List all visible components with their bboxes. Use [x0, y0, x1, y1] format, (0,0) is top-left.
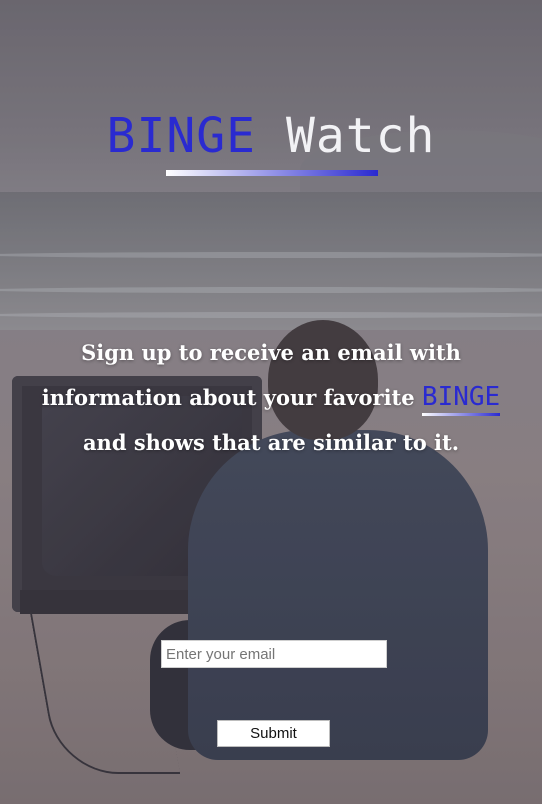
brand-logo: BINGE Watch: [0, 108, 542, 164]
tagline-line-2-text: information about your favorite: [41, 385, 415, 410]
submit-button[interactable]: Submit: [217, 720, 330, 747]
tagline-line-1: Sign up to receive an email with: [81, 340, 461, 365]
signup-tagline: Sign up to receive an email with informa…: [20, 330, 522, 465]
brand-name-part-2: Watch: [285, 108, 436, 164]
brand-name-part-1: BINGE: [106, 108, 257, 164]
tagline-line-3: and shows that are similar to it.: [82, 430, 460, 455]
tagline-line-2: information about your favorite BINGE: [20, 375, 522, 420]
brand-logo-underline: [166, 170, 378, 176]
email-input[interactable]: [161, 640, 387, 668]
tagline-brand-word: BINGE: [421, 382, 501, 412]
